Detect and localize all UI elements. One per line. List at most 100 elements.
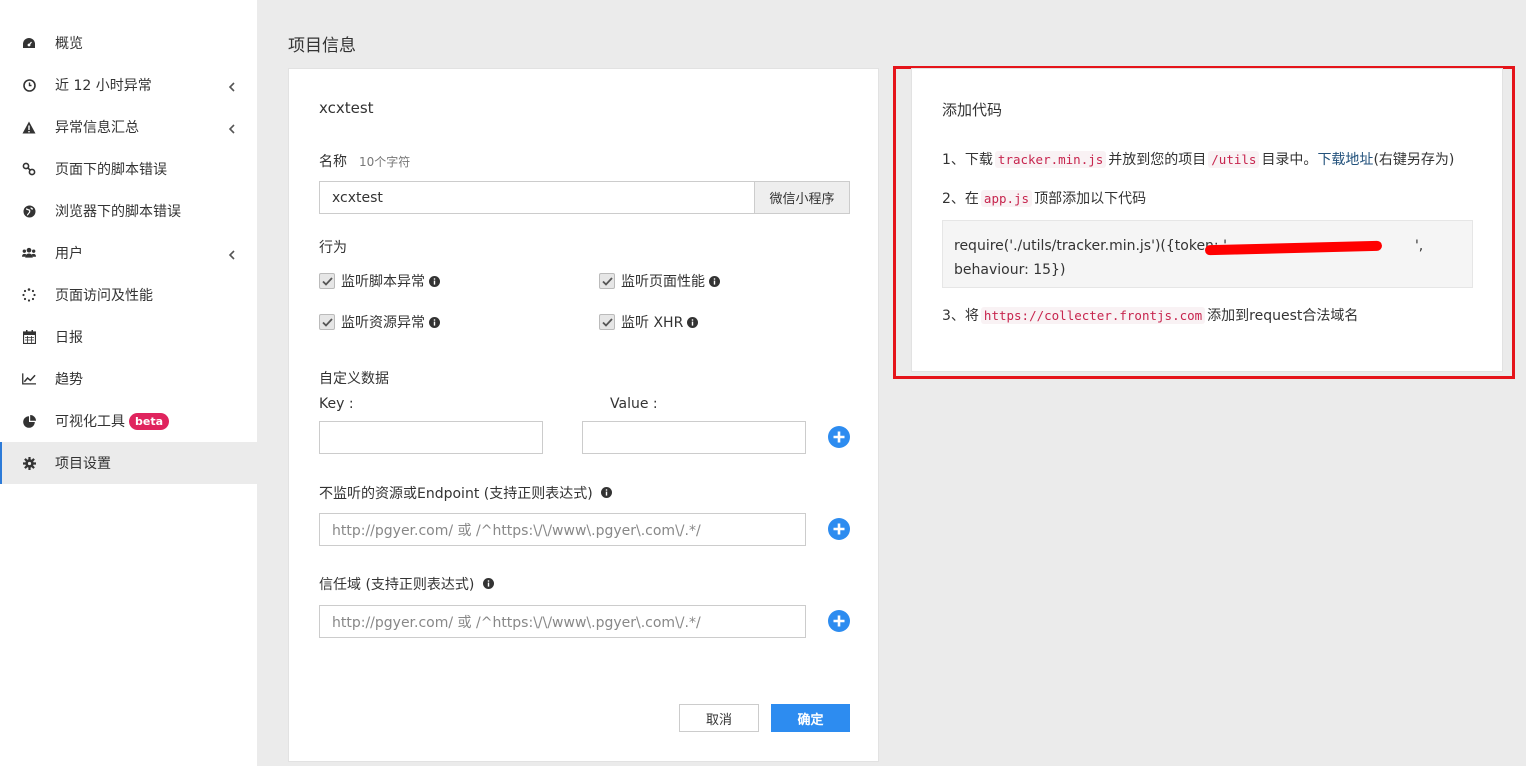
- sidebar-item-label: 页面访问及性能: [55, 288, 153, 304]
- globe-icon: [22, 204, 36, 218]
- ignore-endpoint-input[interactable]: http://pgyer.com/ 或 /^https:\/\/www\.pgy…: [319, 513, 806, 546]
- checkbox-label: 监听脚本异常: [341, 274, 425, 290]
- add-code-panel: 添加代码 1、下载 tracker.min.js 并放到您的项目 /utils …: [911, 68, 1503, 372]
- code-line-2: behaviour: 15}): [954, 262, 1066, 278]
- code-snippet[interactable]: require('./utils/tracker.min.js')({token…: [942, 220, 1473, 288]
- code-line-1-end: ',: [1414, 238, 1424, 254]
- calendar-icon: [22, 330, 36, 344]
- info-icon[interactable]: [429, 275, 440, 287]
- gear-icon: [22, 456, 36, 470]
- sidebar-item-recent-errors[interactable]: 近 12 小时异常: [0, 64, 257, 106]
- step-2-suffix: 顶部添加以下代码: [1034, 191, 1147, 207]
- checkbox-checked[interactable]: [319, 273, 335, 289]
- step-2: 2、在 app.js 顶部添加以下代码: [942, 188, 1146, 208]
- sidebar-item-label: 浏览器下的脚本错误: [55, 204, 181, 220]
- sidebar-item-label: 近 12 小时异常: [55, 78, 152, 94]
- sidebar-item-project-settings[interactable]: 项目设置: [0, 442, 257, 484]
- name-hint: 10个字符: [359, 155, 411, 169]
- step-3: 3、将 https://collecter.frontjs.com 添加到req…: [942, 305, 1358, 325]
- cancel-button[interactable]: 取消: [679, 704, 759, 732]
- behavior-xhr-checkbox[interactable]: 监听 XHR: [599, 312, 699, 332]
- add-custom-data-button[interactable]: [828, 426, 850, 448]
- app-js-code: app.js: [980, 189, 1033, 207]
- value-label: Value :: [610, 396, 658, 412]
- info-icon[interactable]: [709, 275, 720, 287]
- plus-circle-icon: [828, 518, 850, 540]
- pie-chart-icon: [22, 414, 36, 428]
- sidebar-item-users[interactable]: 用户: [0, 232, 257, 274]
- behavior-resource-errors-checkbox[interactable]: 监听资源异常: [319, 312, 440, 332]
- custom-value-input[interactable]: [582, 421, 806, 454]
- add-code-title: 添加代码: [942, 101, 1003, 119]
- sidebar-item-label: 项目设置: [55, 456, 111, 472]
- checkbox-label: 监听 XHR: [621, 315, 684, 331]
- sidebar-item-visualization[interactable]: 可视化工具 beta: [0, 400, 257, 442]
- sidebar-item-label: 异常信息汇总: [55, 120, 139, 136]
- step-1-prefix: 1、下载: [942, 152, 993, 168]
- page-title: 项目信息: [288, 36, 356, 56]
- custom-key-input[interactable]: [319, 421, 543, 454]
- download-link[interactable]: 下载地址: [1317, 149, 1373, 169]
- name-label-row: 名称 10个字符: [319, 151, 410, 171]
- step-2-prefix: 2、在: [942, 191, 979, 207]
- add-ignore-endpoint-button[interactable]: [828, 518, 850, 540]
- step-3-suffix: 添加到request合法域名: [1207, 308, 1359, 324]
- platform-addon: 微信小程序: [754, 181, 850, 214]
- sidebar-item-page-visits[interactable]: 页面访问及性能: [0, 274, 257, 316]
- plus-circle-icon: [828, 610, 850, 632]
- spinner-icon: [22, 288, 36, 302]
- sidebar-item-error-summary[interactable]: 异常信息汇总: [0, 106, 257, 148]
- info-icon[interactable]: [601, 487, 613, 498]
- line-chart-icon: [22, 372, 36, 386]
- name-input[interactable]: xcxtest: [319, 181, 754, 214]
- behavior-label: 行为: [319, 240, 347, 256]
- behavior-script-errors-checkbox[interactable]: 监听脚本异常: [319, 271, 440, 291]
- info-icon[interactable]: [429, 316, 440, 328]
- trusted-domain-label: 信任域 (支持正则表达式): [319, 577, 475, 593]
- sidebar-item-trends[interactable]: 趋势: [0, 358, 257, 400]
- chevron-left-icon[interactable]: [227, 248, 237, 260]
- confirm-button[interactable]: 确定: [771, 704, 850, 732]
- dashboard-icon: [22, 36, 36, 50]
- project-name-heading: xcxtest: [319, 99, 374, 117]
- custom-data-label: 自定义数据: [319, 371, 389, 387]
- ignore-endpoint-label-row: 不监听的资源或Endpoint (支持正则表达式): [319, 483, 613, 503]
- code-line-1-text: require('./utils/tracker.min.js')({token…: [954, 238, 1227, 254]
- chevron-left-icon[interactable]: [227, 122, 237, 134]
- sidebar-item-page-script-errors[interactable]: 页面下的脚本错误: [0, 148, 257, 190]
- sidebar: 概览 近 12 小时异常 异常信息汇总 页面下的脚本错误 浏览器下的脚本错误 用…: [0, 0, 257, 766]
- users-icon: [22, 246, 36, 260]
- trusted-domain-input[interactable]: http://pgyer.com/ 或 /^https:\/\/www\.pgy…: [319, 605, 806, 638]
- clock-icon: [22, 78, 36, 92]
- behavior-page-performance-checkbox[interactable]: 监听页面性能: [599, 271, 720, 291]
- checkbox-checked[interactable]: [599, 314, 615, 330]
- ignore-endpoint-label: 不监听的资源或Endpoint (支持正则表达式): [319, 486, 593, 502]
- beta-badge: beta: [129, 412, 170, 430]
- key-label: Key :: [319, 396, 354, 412]
- utils-dir-code: /utils: [1208, 150, 1260, 168]
- sidebar-item-label: 日报: [55, 330, 83, 346]
- step-3-prefix: 3、将: [942, 308, 979, 324]
- info-icon[interactable]: [687, 316, 699, 328]
- tracker-file-code: tracker.min.js: [994, 150, 1107, 168]
- sidebar-item-browser-script-errors[interactable]: 浏览器下的脚本错误: [0, 190, 257, 232]
- sidebar-item-label: 页面下的脚本错误: [55, 162, 167, 178]
- sidebar-item-overview[interactable]: 概览: [0, 22, 257, 64]
- checkbox-label: 监听资源异常: [341, 315, 425, 331]
- trusted-domain-label-row: 信任域 (支持正则表达式): [319, 574, 494, 594]
- step-1-suffix: 目录中。: [1261, 152, 1318, 168]
- info-icon[interactable]: [482, 578, 494, 589]
- sidebar-item-daily-report[interactable]: 日报: [0, 316, 257, 358]
- plus-circle-icon: [828, 426, 850, 448]
- sidebar-item-label: 趋势: [55, 372, 83, 388]
- checkbox-checked[interactable]: [599, 273, 615, 289]
- sidebar-item-label: 概览: [55, 36, 83, 52]
- step-1: 1、下载 tracker.min.js 并放到您的项目 /utils 目录中。 …: [942, 149, 1454, 169]
- chevron-left-icon[interactable]: [227, 80, 237, 92]
- add-trusted-domain-button[interactable]: [828, 610, 850, 632]
- name-label: 名称: [319, 154, 347, 170]
- checkbox-checked[interactable]: [319, 314, 335, 330]
- link-icon: [22, 162, 36, 176]
- checkbox-label: 监听页面性能: [621, 274, 705, 290]
- sidebar-item-label: 可视化工具: [55, 414, 125, 430]
